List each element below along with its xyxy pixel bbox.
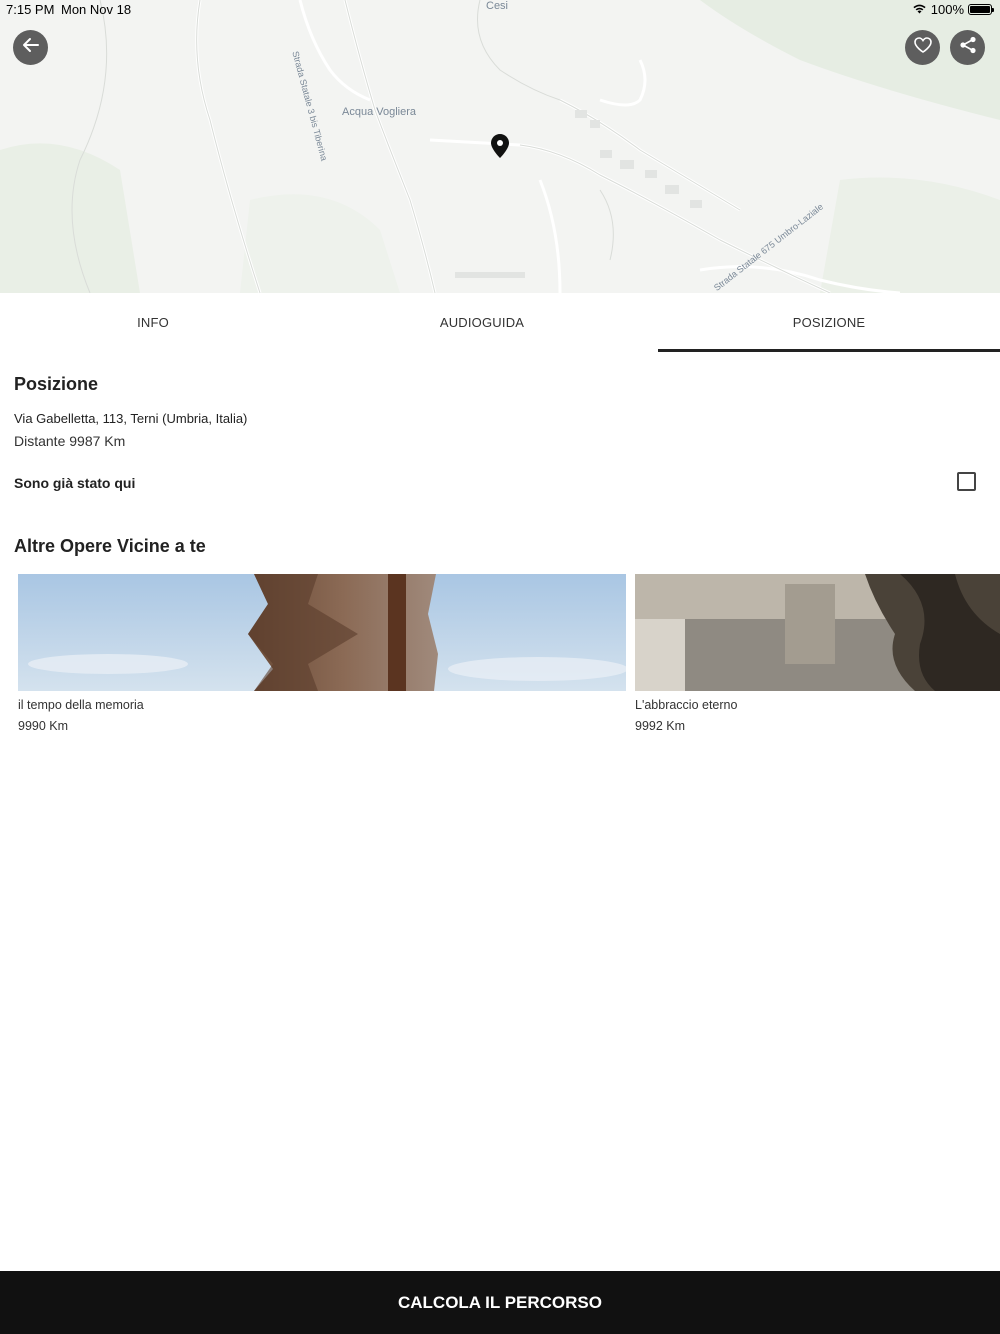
heart-icon	[913, 37, 932, 58]
artwork-image-bronze-sculpture	[635, 574, 1000, 691]
position-distance: Distante 9987 Km	[14, 433, 126, 449]
tab-info[interactable]: INFO	[0, 293, 306, 352]
back-button[interactable]	[13, 30, 48, 65]
map-view[interactable]: Cesi Acqua Vogliera Strada Statale 3 bis…	[0, 0, 1000, 293]
calculate-route-button[interactable]: CALCOLA IL PERCORSO	[0, 1271, 1000, 1334]
active-tab-indicator	[658, 349, 1000, 352]
status-indicators: 100%	[912, 2, 994, 17]
nearby-card-distance: 9992 Km	[635, 719, 686, 733]
battery-percentage: 100%	[930, 2, 964, 17]
share-icon	[959, 36, 977, 59]
wifi-icon	[912, 2, 927, 17]
nearby-card-name: L'abbraccio eterno	[635, 698, 738, 712]
share-button[interactable]	[950, 30, 985, 65]
favorite-button[interactable]	[905, 30, 940, 65]
been-here-checkbox[interactable]	[957, 472, 976, 491]
position-address: Via Gabelletta, 113, Terni (Umbria, Ital…	[14, 411, 248, 426]
nearby-works-title: Altre Opere Vicine a te	[14, 536, 206, 556]
artwork-image-stone-sculpture	[18, 574, 626, 691]
map-pin-icon[interactable]	[491, 134, 509, 163]
nearby-card-name: il tempo della memoria	[18, 698, 144, 712]
arrow-left-icon	[22, 36, 40, 59]
tab-bar: INFO AUDIOGUIDA POSIZIONE	[0, 293, 1000, 352]
status-time: 7:15 PM	[6, 2, 55, 17]
map-label-acqua-vogliera: Acqua Vogliera	[342, 106, 416, 118]
status-date: Mon Nov 18	[61, 2, 132, 17]
nearby-card-distance: 9990 Km	[18, 719, 69, 733]
battery-icon	[968, 4, 994, 15]
tab-audioguida[interactable]: AUDIOGUIDA	[306, 293, 658, 352]
position-title: Posizione	[14, 374, 99, 394]
status-bar: 7:15 PM Mon Nov 18 100%	[0, 0, 1000, 20]
been-here-label: Sono già stato qui	[14, 475, 136, 491]
tab-posizione[interactable]: POSIZIONE	[658, 293, 1000, 352]
